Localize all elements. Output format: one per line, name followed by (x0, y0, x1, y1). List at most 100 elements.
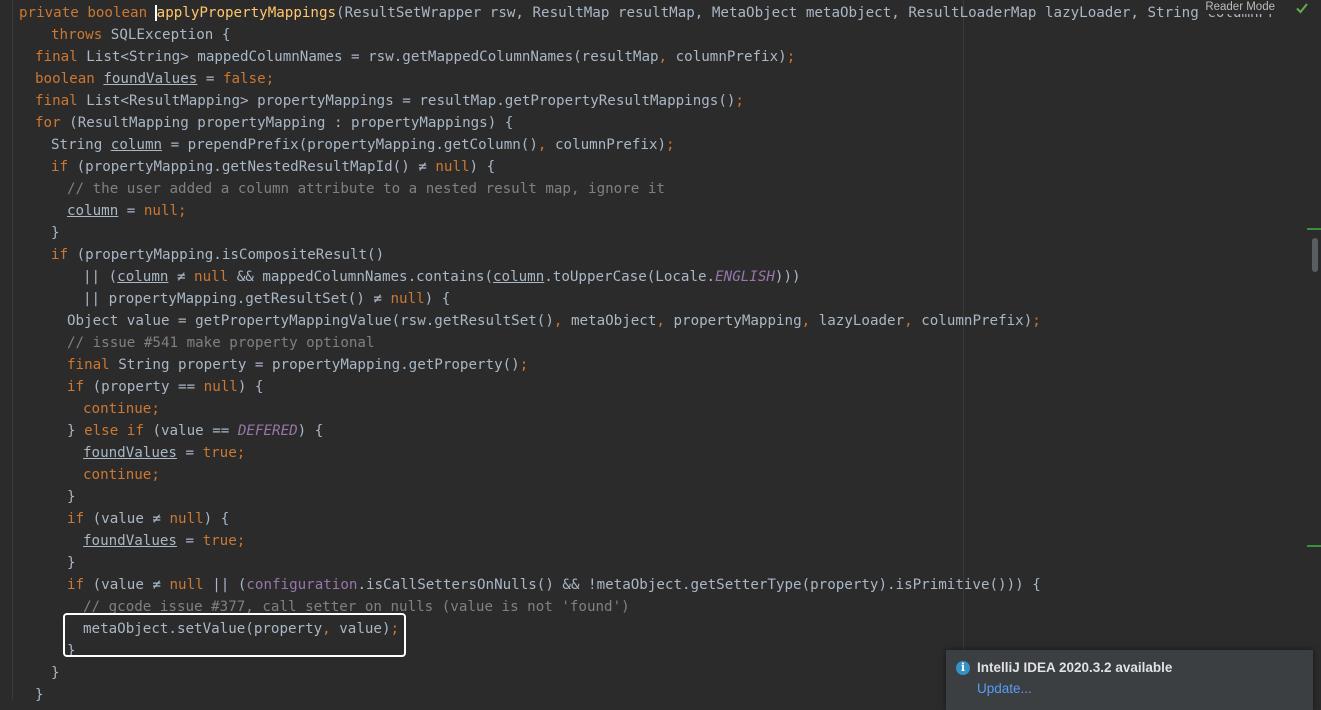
code-token: // issue #541 make property optional (67, 335, 375, 351)
code-token: (value ≠ (92, 577, 170, 593)
code-line[interactable]: if (propertyMapping.isCompositeResult() (51, 244, 384, 266)
code-token: ))) (774, 269, 801, 285)
update-link[interactable]: Update... (977, 681, 1032, 696)
code-line[interactable]: if (value ≠ null) { (67, 508, 229, 530)
code-token: .toUpperCase(Locale. (544, 269, 716, 285)
check-icon (1296, 3, 1308, 14)
code-token: metaObject (570, 313, 657, 329)
code-token: ) { (297, 423, 324, 439)
code-token: boolean (35, 71, 104, 87)
code-token: columnPrefix) (675, 49, 787, 65)
code-token: ) { (424, 291, 451, 307)
code-token: final (35, 93, 87, 109)
code-token: (propertyMapping.isCompositeResult() (76, 247, 385, 263)
code-line[interactable]: final String property = propertyMapping.… (67, 354, 528, 376)
code-token: = (197, 71, 223, 87)
code-token: String property = propertyMapping.getPro… (118, 357, 520, 373)
code-line[interactable]: for (ResultMapping propertyMapping : pro… (35, 112, 513, 134)
notification-title: IntelliJ IDEA 2020.3.2 available (977, 660, 1173, 675)
code-line[interactable]: } (35, 684, 44, 706)
code-token: null (169, 511, 204, 527)
code-line[interactable]: } (51, 662, 60, 684)
code-line[interactable]: } (51, 222, 60, 244)
code-token: (value ≠ (92, 511, 170, 527)
code-token: List<ResultMapping> propertyMappings = r… (86, 93, 736, 109)
code-token: } (35, 687, 44, 703)
code-token: ) { (203, 511, 230, 527)
code-token: if (67, 379, 93, 395)
code-token: , (537, 137, 555, 153)
code-line[interactable]: foundValues = true; (83, 442, 245, 464)
code-token: SQLException { (110, 27, 231, 43)
highlight-box (63, 613, 406, 657)
code-line[interactable]: } (67, 486, 76, 508)
code-token: } (67, 489, 76, 505)
code-token: } (51, 225, 60, 241)
code-line[interactable]: continue; (83, 464, 160, 486)
code-token: null (390, 291, 425, 307)
code-token: = prependPrefix(propertyMapping.getColum… (162, 137, 538, 153)
code-token: ; (151, 467, 160, 483)
code-token: , (801, 313, 819, 329)
code-token: ; (666, 137, 675, 153)
code-token: true (202, 445, 237, 461)
code-line[interactable]: || propertyMapping.getResultSet() ≠ null… (83, 288, 450, 310)
code-token: continue (83, 467, 152, 483)
code-token: final (67, 357, 119, 373)
code-token: if (51, 159, 77, 175)
code-line[interactable]: final List<String> mappedColumnNames = r… (35, 46, 795, 68)
code-line[interactable]: boolean foundValues = false; (35, 68, 274, 90)
code-line[interactable]: continue; (83, 398, 160, 420)
code-line[interactable]: // the user added a column attribute to … (67, 178, 665, 200)
code-token: null (435, 159, 470, 175)
code-line[interactable]: } else if (value == DEFERED) { (67, 420, 323, 442)
code-line[interactable]: private boolean applyPropertyMappings(Re… (19, 2, 1276, 24)
info-icon: i (956, 661, 970, 675)
code-line[interactable]: String column = prependPrefix(propertyMa… (51, 134, 675, 156)
code-token: , (904, 313, 922, 329)
code-line[interactable]: if (propertyMapping.getNestedResultMapId… (51, 156, 495, 178)
code-token: (ResultSetWrapper rsw, ResultMap resultM… (336, 5, 1276, 21)
code-editor[interactable]: private boolean applyPropertyMappings(Re… (0, 0, 1321, 703)
code-token: lazyLoader (818, 313, 905, 329)
code-token: private boolean (19, 5, 156, 21)
code-token: true (202, 533, 237, 549)
code-token: columnPrefix) (554, 137, 667, 153)
code-token: || ( (83, 269, 118, 285)
code-token: (value == (152, 423, 238, 439)
code-line[interactable]: foundValues = true; (83, 530, 245, 552)
code-token: ; (178, 203, 187, 219)
code-token: column (493, 269, 545, 285)
code-token: ; (151, 401, 160, 417)
reader-mode-button[interactable]: Reader Mode (1199, 0, 1281, 14)
code-line[interactable]: if (value ≠ null || (configuration.isCal… (67, 574, 1041, 596)
code-token: ; (1032, 313, 1041, 329)
code-line[interactable]: column = null; (67, 200, 187, 222)
code-line[interactable]: Object value = getPropertyMappingValue(r… (67, 310, 1041, 332)
vertical-scrollbar[interactable] (1312, 238, 1318, 272)
code-line[interactable]: || (column ≠ null && mappedColumnNames.c… (83, 266, 801, 288)
code-token: ; (519, 357, 529, 373)
code-token: ; (735, 93, 744, 109)
code-token: ≠ (168, 269, 195, 285)
code-token: foundValues (103, 71, 198, 87)
code-token: ENGLISH (715, 269, 775, 285)
code-token: , (656, 313, 674, 329)
code-token: applyPropertyMappings (156, 5, 337, 21)
code-token: ) { (237, 379, 264, 395)
code-token: , (658, 49, 676, 65)
code-token: = (176, 533, 203, 549)
change-marker (1307, 545, 1321, 547)
code-token: throws (51, 27, 111, 43)
code-line[interactable]: final List<ResultMapping> propertyMappin… (35, 90, 744, 112)
code-line[interactable]: // issue #541 make property optional (67, 332, 375, 354)
code-token: (propertyMapping.getNestedResultMapId() … (76, 159, 436, 175)
code-line[interactable]: } (67, 552, 76, 574)
code-token: ) { (469, 159, 496, 175)
code-token: (property == (92, 379, 204, 395)
code-line[interactable]: if (property == null) { (67, 376, 263, 398)
code-line[interactable]: throws SQLException { (51, 24, 230, 46)
code-token: ; (265, 71, 275, 87)
code-token: false (222, 71, 266, 87)
code-token: .isCallSettersOnNulls() && !metaObject.g… (357, 577, 1041, 593)
